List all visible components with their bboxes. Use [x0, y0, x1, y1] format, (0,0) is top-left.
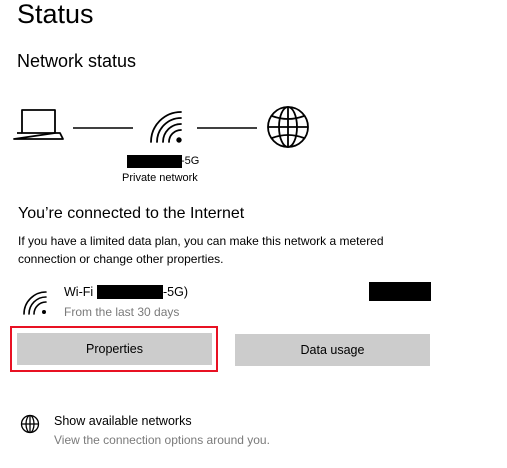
wifi-icon	[150, 111, 182, 143]
globe-icon	[267, 106, 309, 148]
globe-icon	[20, 414, 40, 434]
show-available-networks-link[interactable]: Show available networks	[54, 413, 192, 429]
connection-description: If you have a limited data plan, you can…	[18, 234, 384, 266]
properties-button[interactable]: Properties	[17, 333, 212, 365]
wifi-connection-name: Wi-Fi	[64, 285, 94, 299]
network-diagram	[13, 106, 309, 148]
redacted-wifi-name	[97, 285, 163, 299]
network-ssid-suffix: -5G	[181, 155, 200, 167]
show-available-networks-description: View the connection options around you.	[54, 433, 270, 447]
network-status-page: Status Network status -5G Private networ…	[0, 0, 507, 468]
redacted-ssid	[127, 155, 182, 168]
connected-heading: You’re connected to the Internet	[18, 205, 245, 222]
network-type-label: Private network	[122, 172, 198, 184]
redacted-data-usage	[369, 282, 431, 301]
wifi-connection-suffix: -5G)	[163, 285, 188, 299]
data-usage-button[interactable]: Data usage	[235, 334, 430, 366]
usage-period-note: From the last 30 days	[64, 305, 180, 319]
wifi-icon	[23, 291, 47, 315]
page-title: Status	[17, 0, 94, 29]
laptop-icon	[13, 109, 64, 140]
network-status-heading: Network status	[17, 51, 137, 71]
